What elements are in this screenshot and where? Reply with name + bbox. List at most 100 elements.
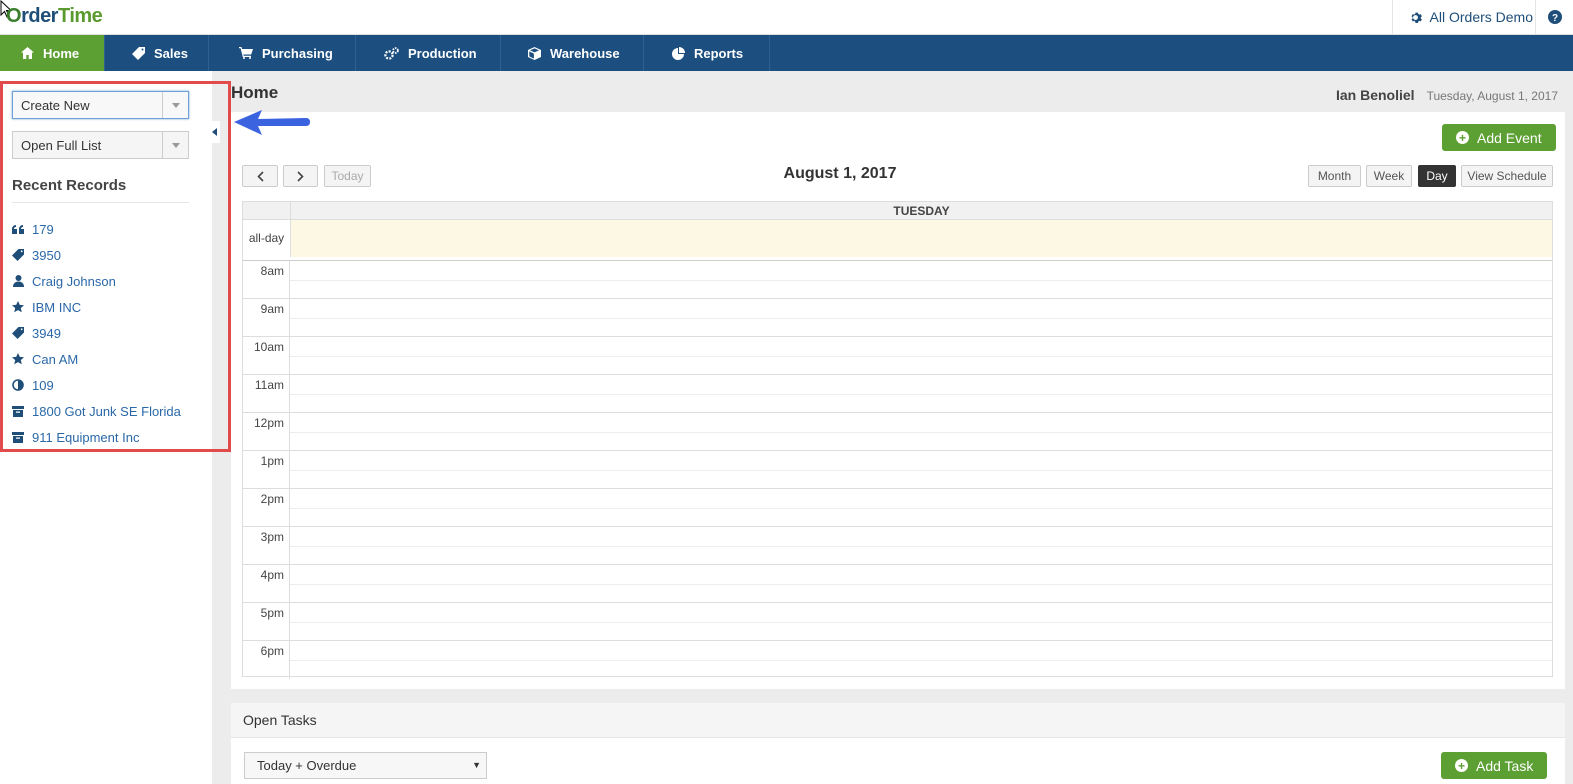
view-schedule-button[interactable]: View Schedule [1461, 165, 1553, 187]
recent-record-label[interactable]: 1800 Got Junk SE Florida [32, 404, 181, 419]
time-label: 5pm [243, 603, 290, 641]
user-name: Ian Benoliel [1335, 87, 1415, 103]
recent-record[interactable]: 1800 Got Junk SE Florida [12, 398, 181, 424]
time-label: 12pm [243, 413, 290, 451]
time-slot[interactable]: 5pm [243, 603, 1552, 641]
all-day-label: all-day [243, 220, 290, 257]
home-icon [21, 47, 34, 59]
recent-record[interactable]: 109 [12, 372, 181, 398]
plus-circle-icon: + [1455, 759, 1468, 772]
sidebar: Create New Open Full List Recent Records… [0, 71, 231, 784]
add-task-label: Add Task [1476, 757, 1534, 774]
recent-record[interactable]: Craig Johnson [12, 268, 181, 294]
ordertime-logo[interactable]: Order Time [6, 5, 103, 28]
cart-icon [239, 47, 253, 59]
recent-record-label[interactable]: IBM INC [32, 300, 81, 315]
all-day-row[interactable]: all-day [243, 220, 1552, 257]
add-event-button[interactable]: + Add Event [1442, 124, 1556, 151]
recent-record-label[interactable]: 3950 [32, 248, 61, 263]
recent-record[interactable]: 911 Equipment Inc [12, 424, 181, 450]
recent-record-label[interactable]: Can AM [32, 352, 78, 367]
calendar-title: August 1, 2017 [783, 165, 897, 182]
recent-record[interactable]: IBM INC [12, 294, 181, 320]
main-nav: Home Sales Purchasing Production Warehou… [0, 35, 1573, 71]
current-date: Tuesday, August 1, 2017 [1426, 89, 1558, 103]
caret-left-icon [211, 128, 217, 136]
week-view-button[interactable]: Week [1366, 165, 1412, 187]
recent-record-label[interactable]: 109 [32, 378, 54, 393]
recent-records-heading: Recent Records [12, 177, 127, 194]
time-label: 6pm [243, 641, 290, 679]
create-new-label: Create New [21, 97, 90, 113]
star-icon [12, 353, 24, 365]
recent-record[interactable]: Can AM [12, 346, 181, 372]
time-slot[interactable]: 12pm [243, 413, 1552, 451]
open-full-list-dropdown[interactable] [162, 132, 188, 158]
time-label: 4pm [243, 565, 290, 603]
logo-time: Time [57, 5, 103, 27]
box-icon [528, 46, 541, 60]
recent-records-list: 179 3950 Craig Johnson IBM INC 3949 Can … [12, 216, 181, 450]
time-slot[interactable]: 6pm [243, 641, 1552, 679]
day-header: TUESDAY [243, 202, 1552, 220]
recent-record[interactable]: 179 [12, 216, 181, 242]
open-tasks-panel: Open Tasks Today + Overdue ▼ + Add Task [231, 703, 1565, 784]
pie-chart-icon [672, 46, 685, 60]
quote-icon [12, 225, 24, 234]
recent-record[interactable]: 3950 [12, 242, 181, 268]
archive-icon [12, 431, 24, 443]
sidebar-collapse-toggle[interactable] [208, 121, 220, 143]
account-menu[interactable]: All Orders Demo [1391, 0, 1533, 34]
nav-home[interactable]: Home [0, 35, 105, 71]
open-full-list-select[interactable]: Open Full List [12, 131, 189, 159]
create-new-dropdown[interactable] [162, 92, 188, 118]
recent-record-label[interactable]: Craig Johnson [32, 274, 116, 289]
recent-record-label[interactable]: 179 [32, 222, 54, 237]
month-view-button[interactable]: Month [1308, 165, 1361, 187]
time-slot[interactable]: 10am [243, 337, 1552, 375]
time-slot[interactable]: 11am [243, 375, 1552, 413]
time-slot[interactable]: 1pm [243, 451, 1552, 489]
nav-warehouse[interactable]: Warehouse [501, 35, 644, 71]
logo-rder: rder [21, 5, 58, 27]
all-day-cell[interactable] [290, 220, 1552, 257]
caret-down-icon [171, 102, 180, 108]
time-label: 3pm [243, 527, 290, 565]
time-slot[interactable]: 2pm [243, 489, 1552, 527]
help-icon: ? [1547, 10, 1562, 24]
nav-production-label: Production [408, 45, 477, 61]
time-slots: 8am 9am 10am 11am 12pm 1pm 2pm 3pm 4pm 5… [243, 260, 1552, 679]
help-button[interactable]: ? [1535, 0, 1573, 34]
calendar-panel: + Add Event Today August 1, 2017 Month W… [231, 112, 1565, 689]
recent-record-label[interactable]: 911 Equipment Inc [32, 430, 139, 445]
nav-home-label: Home [43, 45, 80, 61]
add-task-button[interactable]: + Add Task [1441, 752, 1548, 779]
day-name: TUESDAY [290, 202, 1552, 220]
create-new-select[interactable]: Create New [12, 91, 189, 119]
nav-sales[interactable]: Sales [105, 35, 209, 71]
top-bar: Order Time All Orders Demo ? [0, 0, 1573, 35]
page-title: Home [231, 83, 279, 102]
day-view-button[interactable]: Day [1418, 165, 1456, 187]
time-slot[interactable]: 4pm [243, 565, 1552, 603]
time-label: 8am [243, 261, 290, 299]
user-info: Ian Benoliel Tuesday, August 1, 2017 [1336, 87, 1558, 103]
recent-record-label[interactable]: 3949 [32, 326, 61, 341]
tag-icon [132, 46, 145, 60]
time-label: 11am [243, 375, 290, 413]
divider [12, 202, 189, 203]
time-slot[interactable]: 8am [243, 261, 1552, 299]
time-label: 9am [243, 299, 290, 337]
nav-reports[interactable]: Reports [644, 35, 770, 71]
time-slot[interactable]: 9am [243, 299, 1552, 337]
time-slot[interactable]: 3pm [243, 527, 1552, 565]
nav-purchasing[interactable]: Purchasing [209, 35, 356, 71]
nav-production[interactable]: Production [356, 35, 501, 71]
time-label: 2pm [243, 489, 290, 527]
tasks-filter-select[interactable]: Today + Overdue ▼ [244, 752, 487, 779]
caret-down-icon: ▼ [472, 760, 481, 770]
time-label: 1pm [243, 451, 290, 489]
recent-record[interactable]: 3949 [12, 320, 181, 346]
day-grid: TUESDAY all-day 8am 9am 10am 11am 12pm 1… [242, 201, 1553, 679]
half-circle-icon [12, 379, 24, 391]
